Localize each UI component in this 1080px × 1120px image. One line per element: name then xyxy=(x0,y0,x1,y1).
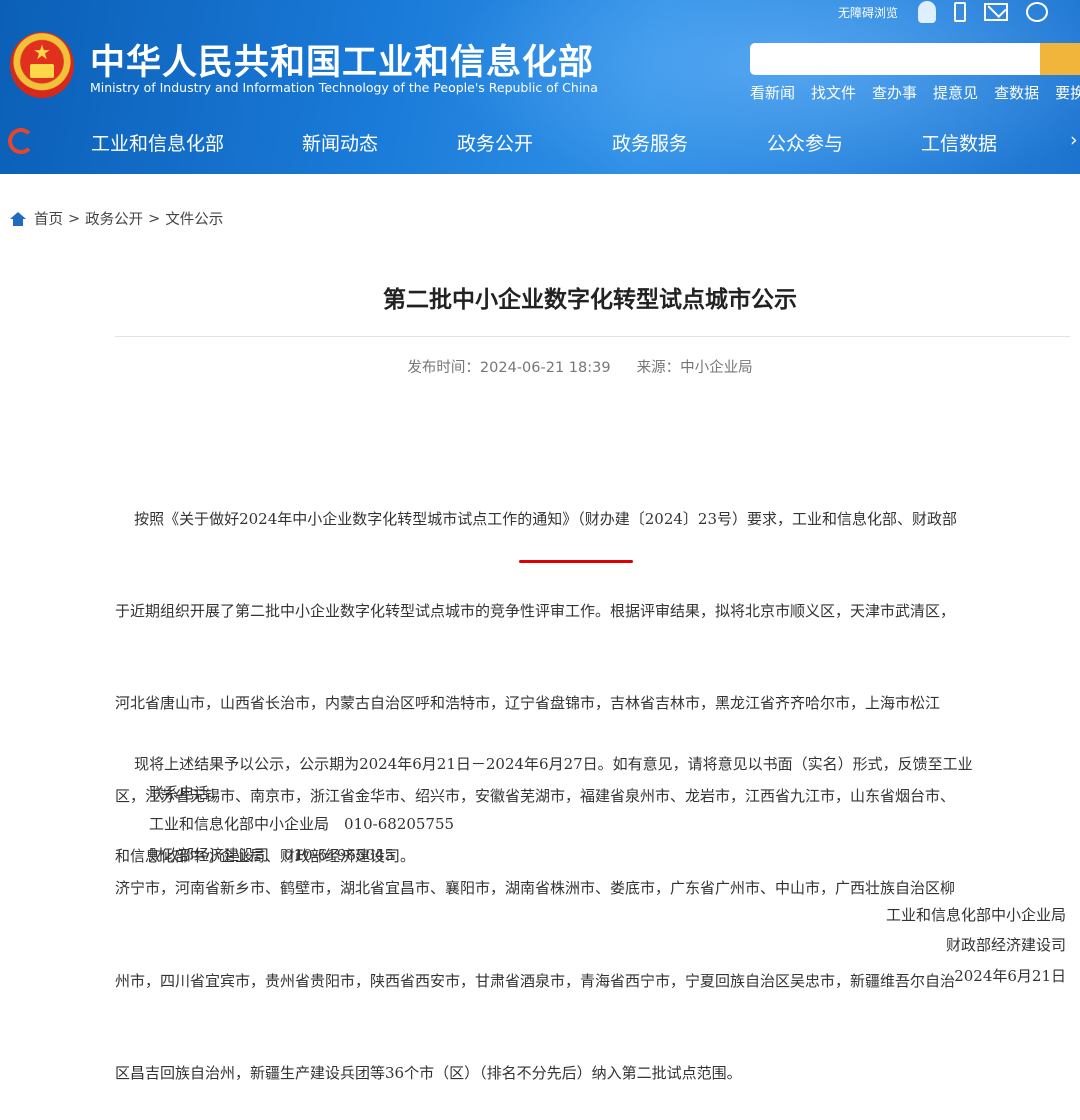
site-title[interactable]: 中华人民共和国工业和信息化部 xyxy=(90,34,594,85)
breadcrumb-separator: > xyxy=(148,210,161,227)
title-divider xyxy=(115,336,1070,337)
breadcrumb-file-notice[interactable]: 文件公示 xyxy=(165,208,223,229)
ministry-logo-icon[interactable] xyxy=(8,128,34,154)
contact-label: 联系电话： xyxy=(149,784,225,802)
breadcrumb-government-affairs[interactable]: 政务公开 xyxy=(85,208,143,229)
signature-finance: 财政部经济建设司 xyxy=(945,936,1066,954)
home-icon[interactable] xyxy=(10,211,26,226)
nav-item-services[interactable]: 政务服务 xyxy=(612,129,688,156)
paragraph-line: 州市，四川省宜宾市，贵州省贵阳市，陕西省西安市，甘肃省酒泉市，青海省西宁市，宁夏… xyxy=(115,971,956,990)
signature-ministry: 工业和信息化部中小企业局 xyxy=(885,906,1066,924)
quick-link-more[interactable]: 要换 xyxy=(1055,82,1080,103)
paragraph-line: 于近期组织开展了第二批中小企业数字化转型试点城市的竞争性评审工作。根据评审结果，… xyxy=(115,601,956,620)
nav-item-ministry[interactable]: 工业和信息化部 xyxy=(91,129,224,156)
contact-line-sme-bureau: 工业和信息化部中小企业局 010-68205755 xyxy=(149,815,455,833)
article-source: 来源：中小企业局 xyxy=(636,360,753,376)
top-toolbar: 无障碍浏览 xyxy=(838,0,1066,24)
search-button[interactable] xyxy=(1040,43,1080,75)
paragraph-line: 区昌吉回族自治州，新疆生产建设兵团等36个市（区）（排名不分先后）纳入第二批试点… xyxy=(115,1063,742,1082)
mobile-icon[interactable] xyxy=(954,2,967,22)
weibo-icon[interactable] xyxy=(1026,2,1049,22)
highlight-underline xyxy=(519,560,633,563)
main-navbar: 工业和信息化部 新闻动态 政务公开 政务服务 公众参与 工信数据 › xyxy=(0,110,1080,170)
nav-item-data[interactable]: 工信数据 xyxy=(921,129,997,156)
publish-time: 发布时间：2024-06-21 18:39 xyxy=(407,360,611,376)
nav-item-government-affairs[interactable]: 政务公开 xyxy=(457,129,533,156)
site-header: ★ 中华人民共和国工业和信息化部 Ministry of Industry an… xyxy=(0,0,1080,174)
robot-assistant-icon[interactable] xyxy=(918,1,937,23)
quick-link-files[interactable]: 找文件 xyxy=(811,82,856,103)
quick-link-data[interactable]: 查数据 xyxy=(994,82,1039,103)
article-title: 第二批中小企业数字化转型试点城市公示 xyxy=(383,287,797,313)
article-paragraph-2: 现将上述结果予以公示，公示期为2024年6月21日－2024年6月27日。如有意… xyxy=(115,687,1065,903)
mail-icon[interactable] xyxy=(984,3,1009,21)
search-input[interactable] xyxy=(750,43,1050,75)
paragraph-line: 按照《关于做好2024年中小企业数字化转型城市试点工作的通知》（财办建〔2024… xyxy=(115,509,958,528)
breadcrumb-separator: > xyxy=(68,210,81,227)
breadcrumb: 首页 > 政务公开 > 文件公示 xyxy=(10,208,223,229)
contact-line-finance: 财政部经济建设司 010-61965045 xyxy=(149,846,395,864)
site-title-english: Ministry of Industry and Information Tec… xyxy=(90,80,598,95)
paragraph-line: 现将上述结果予以公示，公示期为2024年6月21日－2024年6月27日。如有意… xyxy=(115,754,973,773)
nav-item-news[interactable]: 新闻动态 xyxy=(302,129,378,156)
quick-link-news[interactable]: 看新闻 xyxy=(750,82,795,103)
signature-date: 2024年6月21日 xyxy=(954,967,1066,985)
quick-links: 看新闻 找文件 查办事 提意见 查数据 要换 xyxy=(750,82,1080,103)
breadcrumb-home[interactable]: 首页 xyxy=(34,208,63,229)
nav-item-public-participation[interactable]: 公众参与 xyxy=(767,129,843,156)
nav-more-icon[interactable]: › xyxy=(1070,129,1078,151)
quick-link-feedback[interactable]: 提意见 xyxy=(933,82,978,103)
national-emblem-icon[interactable]: ★ xyxy=(10,32,74,98)
quick-link-services[interactable]: 查办事 xyxy=(872,82,917,103)
article-meta: 发布时间：2024-06-21 18:39 来源：中小企业局 xyxy=(0,356,1080,377)
accessibility-link[interactable]: 无障碍浏览 xyxy=(838,4,898,21)
